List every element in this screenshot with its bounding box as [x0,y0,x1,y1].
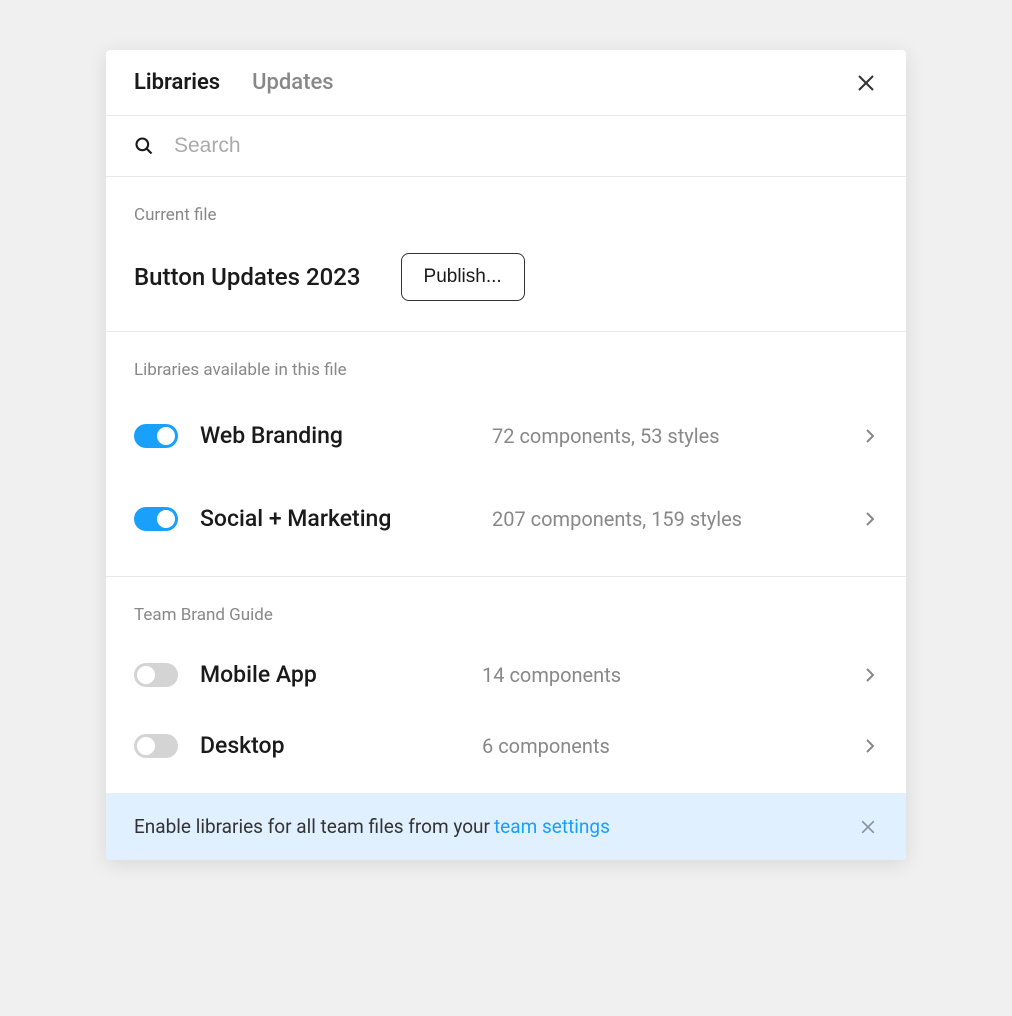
library-meta: 14 components [482,663,840,687]
library-name: Social + Marketing [200,505,470,532]
modal-header: Libraries Updates [106,50,906,116]
search-row [106,116,906,177]
library-name: Mobile App [200,661,460,688]
library-row-mobile-app[interactable]: Mobile App 14 components [134,647,878,702]
footer-text: Enable libraries for all team files from… [134,815,490,838]
library-meta: 6 components [482,734,840,758]
toggle-desktop[interactable] [134,734,178,758]
chevron-right-icon[interactable] [862,511,878,527]
close-icon [858,817,878,837]
tab-libraries[interactable]: Libraries [134,70,220,95]
current-file-row: Button Updates 2023 Publish... [134,253,878,301]
library-row-social-marketing[interactable]: Social + Marketing 207 components, 159 s… [134,491,878,546]
chevron-right-icon[interactable] [862,738,878,754]
search-input[interactable] [174,134,878,158]
available-libraries-label: Libraries available in this file [134,360,878,380]
current-file-name: Button Updates 2023 [134,263,361,291]
tab-updates[interactable]: Updates [252,70,333,95]
available-libraries-section: Libraries available in this file Web Bra… [106,332,906,577]
footer-banner: Enable libraries for all team files from… [106,793,906,860]
team-settings-link[interactable]: team settings [494,815,610,838]
team-libraries-label: Team Brand Guide [134,605,878,625]
library-row-desktop[interactable]: Desktop 6 components [134,718,878,773]
library-meta: 207 components, 159 styles [492,507,840,531]
modal-tabs: Libraries Updates [134,70,334,95]
publish-button[interactable]: Publish... [401,253,525,301]
library-name: Desktop [200,732,460,759]
libraries-modal: Libraries Updates Current file Button Up… [106,50,906,860]
toggle-web-branding[interactable] [134,424,178,448]
search-icon [134,136,154,156]
current-file-section: Current file Button Updates 2023 Publish… [106,177,906,332]
library-meta: 72 components, 53 styles [492,424,840,448]
footer-close-button[interactable] [858,817,878,837]
chevron-right-icon[interactable] [862,428,878,444]
toggle-mobile-app[interactable] [134,663,178,687]
team-libraries-section: Team Brand Guide Mobile App 14 component… [106,577,906,793]
library-name: Web Branding [200,422,470,449]
close-icon [854,71,878,95]
toggle-social-marketing[interactable] [134,507,178,531]
chevron-right-icon[interactable] [862,667,878,683]
close-button[interactable] [854,71,878,95]
current-file-label: Current file [134,205,878,225]
library-row-web-branding[interactable]: Web Branding 72 components, 53 styles [134,408,878,463]
